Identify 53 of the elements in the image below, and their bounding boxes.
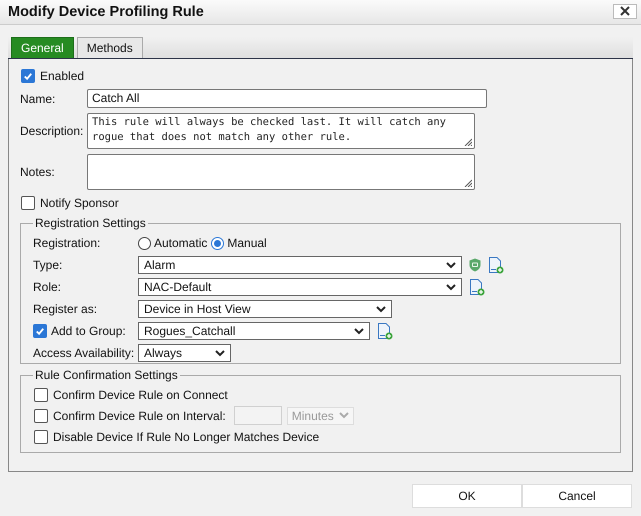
- chevron-down-icon: [446, 284, 456, 290]
- chevron-down-icon: [338, 412, 349, 419]
- dropdown[interactable]: NAC-Default: [138, 278, 462, 296]
- checkbox-label: Confirm Device Rule on Interval:: [53, 408, 226, 422]
- chevron-down-icon: [354, 328, 364, 334]
- text-area[interactable]: [87, 154, 475, 190]
- checkbox[interactable]: [33, 324, 47, 338]
- field-label: Role:: [33, 280, 62, 294]
- field-label: Access Availability:: [33, 346, 134, 360]
- add-document-icon[interactable]: [377, 322, 393, 340]
- shield-icon[interactable]: [469, 258, 481, 272]
- add-document-icon[interactable]: [469, 278, 485, 296]
- checkbox[interactable]: [21, 69, 35, 83]
- chevron-down-icon: [376, 306, 386, 312]
- cancel-button[interactable]: Cancel: [522, 484, 632, 508]
- dropdown[interactable]: Alarm: [138, 256, 462, 274]
- field-label: Name:: [20, 92, 56, 106]
- group-legend: Registration Settings: [33, 216, 148, 230]
- chevron-down-icon: [215, 350, 225, 356]
- text-area[interactable]: This rule will always be checked last. It will catch any rogue that does not match any other rule.: [87, 113, 475, 149]
- checkbox-label: Confirm Device Rule on Connect: [53, 388, 228, 402]
- chevron-down-icon: [446, 262, 456, 268]
- add-document-icon[interactable]: [488, 256, 504, 274]
- close-button[interactable]: [613, 4, 637, 18]
- checkbox[interactable]: [34, 388, 48, 402]
- field-label: Notes:: [20, 165, 56, 179]
- text-field[interactable]: Catch All: [87, 89, 487, 108]
- dropdown[interactable]: Rogues_Catchall: [138, 322, 370, 340]
- field-label: Registration:: [33, 236, 100, 250]
- checkbox[interactable]: [21, 196, 35, 210]
- window-title: Modify Device Profiling Rule: [8, 4, 204, 20]
- field-label: Add to Group:: [51, 324, 126, 338]
- resize-grip-icon[interactable]: [464, 138, 472, 146]
- checkbox[interactable]: [34, 430, 48, 444]
- radio-label: Automatic: [154, 236, 208, 250]
- tab[interactable]: Methods: [76, 37, 143, 58]
- radio-label: Manual: [227, 236, 267, 250]
- dropdown[interactable]: Always: [138, 344, 231, 362]
- checkbox-label: Notify Sponsor: [40, 196, 119, 210]
- checkbox-label: Disable Device If Rule No Longer Matches Device: [53, 430, 320, 444]
- group-legend: Rule Confirmation Settings: [33, 368, 180, 382]
- field-label: Description:: [20, 124, 84, 138]
- field-label: Register as:: [33, 302, 98, 316]
- resize-grip-icon[interactable]: [464, 179, 472, 187]
- ok-button[interactable]: OK: [412, 484, 522, 508]
- radio-button[interactable]: [138, 236, 151, 250]
- text-area-value: This rule will always be checked last. It will catch any rogue that does not match any other rule.: [92, 115, 448, 145]
- radio-button[interactable]: [211, 236, 224, 250]
- tab[interactable]: General: [11, 37, 74, 58]
- checkbox-label: Enabled: [40, 69, 84, 83]
- field-label: Type:: [33, 258, 62, 272]
- dropdown[interactable]: Device in Host View: [138, 300, 392, 318]
- close-icon: [620, 6, 630, 16]
